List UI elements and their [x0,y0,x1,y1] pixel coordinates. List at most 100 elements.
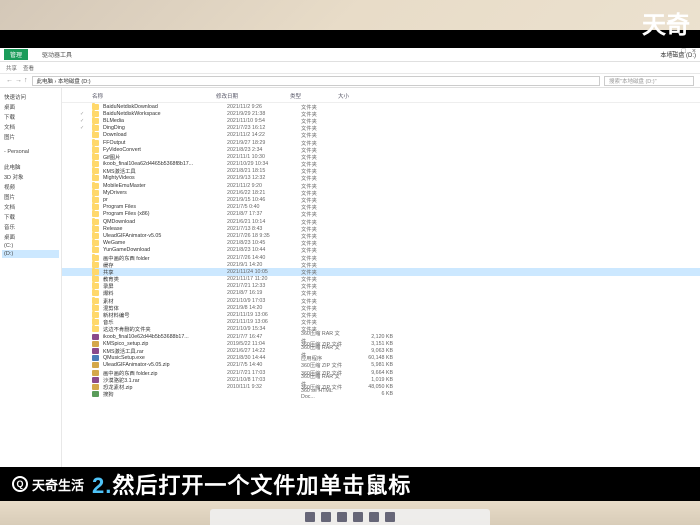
logo-text: 天奇生活 [32,475,84,494]
nav-back-icon[interactable]: ← [6,77,13,84]
folder-icon [92,290,99,296]
folder-icon [92,154,99,160]
sidebar-item[interactable]: (D:) [2,250,59,258]
sidebar-item[interactable]: 桌面 [2,232,59,242]
folder-icon [92,276,99,282]
exe-icon [92,355,99,361]
file-row[interactable]: WeGame2021/8/23 10:45文件夹 [62,240,700,247]
zip-icon [92,384,99,390]
file-name: YunGameDownload [103,247,223,253]
folder-icon [92,190,99,196]
sidebar-item[interactable]: 下载 [2,212,59,222]
step-text: 然后打开一个文件加单击鼠标 [112,473,411,498]
sidebar-item[interactable]: 文档 [2,202,59,212]
minimize-button[interactable]: — [669,48,676,55]
folder-icon [92,298,99,304]
file-size: 6 KB [349,391,393,397]
file-row[interactable]: ✓BLMedia2021/11/10 9:54文件夹 [62,117,700,124]
sidebar-item[interactable]: 图片 [2,192,59,202]
folder-icon [92,226,99,232]
file-row[interactable]: ✓DingDing2021/7/23 16:12文件夹 [62,125,700,132]
sidebar-item[interactable]: 图片 [2,132,59,142]
taskbar-icon[interactable] [385,512,395,522]
file-row[interactable]: pr2021/9/15 10:46文件夹 [62,196,700,203]
folder-icon [92,175,99,181]
col-name[interactable]: 名称 [92,92,212,100]
ribbon-tab-tools[interactable]: 驱动器工具 [36,49,78,60]
file-name: MyDrivers [103,190,223,196]
file-row[interactable]: ✓BaiduNetdiskWorkspace2021/9/29 21:38文件夹 [62,110,700,117]
sidebar-item[interactable]: 此电脑 [2,162,59,172]
col-type[interactable]: 类型 [290,92,334,100]
row-checkbox[interactable]: ✓ [80,118,88,124]
sidebar-item[interactable]: 桌面 [2,102,59,112]
taskbar-icon[interactable] [353,512,363,522]
nav-up-icon[interactable]: ↑ [24,77,28,84]
sidebar-item[interactable]: 文档 [2,122,59,132]
sidebar-item[interactable]: 视频 [2,182,59,192]
col-size[interactable]: 大小 [338,92,382,100]
sidebar-item[interactable]: (C:) [2,242,59,250]
sidebar-item[interactable]: - Personal [2,148,59,156]
file-row[interactable]: 这边不肯删的文件夹2021/10/9 15:34文件夹 [62,326,700,333]
file-date: 2021/7/7 16:47 [227,334,297,340]
file-row[interactable]: 搜狗360 se HTML Doc...6 KB [62,391,700,398]
sidebar-item[interactable]: 快速访问 [2,92,59,102]
window-controls: — □ × [669,48,696,55]
file-name: KMS激活工具 [103,167,223,175]
file-row[interactable]: Gif图片2021/11/1 10:30文件夹 [62,153,700,160]
row-checkbox[interactable]: ✓ [80,111,88,117]
folder-icon [92,111,99,117]
col-date[interactable]: 修改日期 [216,92,286,100]
zip-icon [92,362,99,368]
file-date: 2021/8/23 2:34 [227,147,297,153]
toolbar-view[interactable]: 查看 [23,64,34,72]
file-name: BaiduNetdiskWorkspace [103,111,223,117]
maximize-button[interactable]: □ [682,48,686,55]
sidebar-item[interactable]: 音乐 [2,222,59,232]
search-input[interactable]: 搜索"本地磁盘 (D:)" [604,76,694,86]
ribbon-tab-manage[interactable]: 管理 [4,49,28,60]
toolbar-row: 共享 查看 [0,62,700,74]
file-date: 2021/9/27 18:29 [227,140,297,146]
file-name: UleadGIFAnimator-v5.05.zip [103,362,223,368]
file-row[interactable]: MyDrivers2021/6/22 18:21文件夹 [62,189,700,196]
ribbon-tabs: 管理 驱动器工具 本地磁盘 (D:) [0,48,700,62]
file-row[interactable]: FFOutput2021/9/27 18:29文件夹 [62,139,700,146]
file-date: 2019/5/22 11:04 [227,341,297,347]
file-name: QMDownload [103,219,223,225]
file-row[interactable]: QMDownload2021/6/21 10:14文件夹 [62,218,700,225]
file-row[interactable]: QMusicSetup.exe2021/8/30 14:44应用程序60,148… [62,355,700,362]
file-row[interactable]: BaiduNetdiskDownload2021/11/2 9:26文件夹 [62,103,700,110]
folder-icon [92,269,99,275]
file-row[interactable]: Program Files (x86)2021/8/7 17:37文件夹 [62,211,700,218]
file-row[interactable]: KMS激活工具.rar2021/6/27 14:22360压缩 RAR 文件9,… [62,347,700,354]
file-date: 2021/7/26 14:40 [227,255,297,261]
taskbar [210,509,490,525]
close-button[interactable]: × [692,48,696,55]
breadcrumb[interactable]: 此电脑 › 本地磁盘 (D:) [32,76,601,86]
file-size: 9,664 KB [349,370,393,376]
file-date: 2021/8/21 18:15 [227,168,297,174]
file-row[interactable]: Program Files2021/7/5 0:40文件夹 [62,204,700,211]
file-date: 2021/11/2 9:20 [227,183,297,189]
toolbar-share[interactable]: 共享 [6,64,17,72]
taskbar-icon[interactable] [369,512,379,522]
sidebar-item[interactable]: 3D 对象 [2,172,59,182]
file-size: 1,019 KB [349,377,393,383]
row-checkbox[interactable]: ✓ [80,125,88,131]
taskbar-icon[interactable] [337,512,347,522]
file-row[interactable]: Release2021/7/13 8:43文件夹 [62,225,700,232]
logo-icon: Q [12,476,28,492]
taskbar-icon[interactable] [321,512,331,522]
file-name: FyVideoConvert [103,147,223,153]
taskbar-icon[interactable] [305,512,315,522]
file-row[interactable]: MobileEmuMaster2021/11/2 9:20文件夹 [62,182,700,189]
sidebar-item[interactable]: 下载 [2,112,59,122]
nav-forward-icon[interactable]: → [15,77,22,84]
file-row[interactable]: KMS激活工具2021/8/21 18:15文件夹 [62,168,700,175]
file-row[interactable]: ikoob_final10e62d44b5b53688b17...2021/7/… [62,333,700,340]
file-row[interactable]: Download2021/11/2 14:22文件夹 [62,132,700,139]
file-row[interactable]: MightyVideos2021/9/13 12:32文件夹 [62,175,700,182]
file-row[interactable]: UleadGIFAnimator-v5.052021/7/26 18 9:35文… [62,232,700,239]
